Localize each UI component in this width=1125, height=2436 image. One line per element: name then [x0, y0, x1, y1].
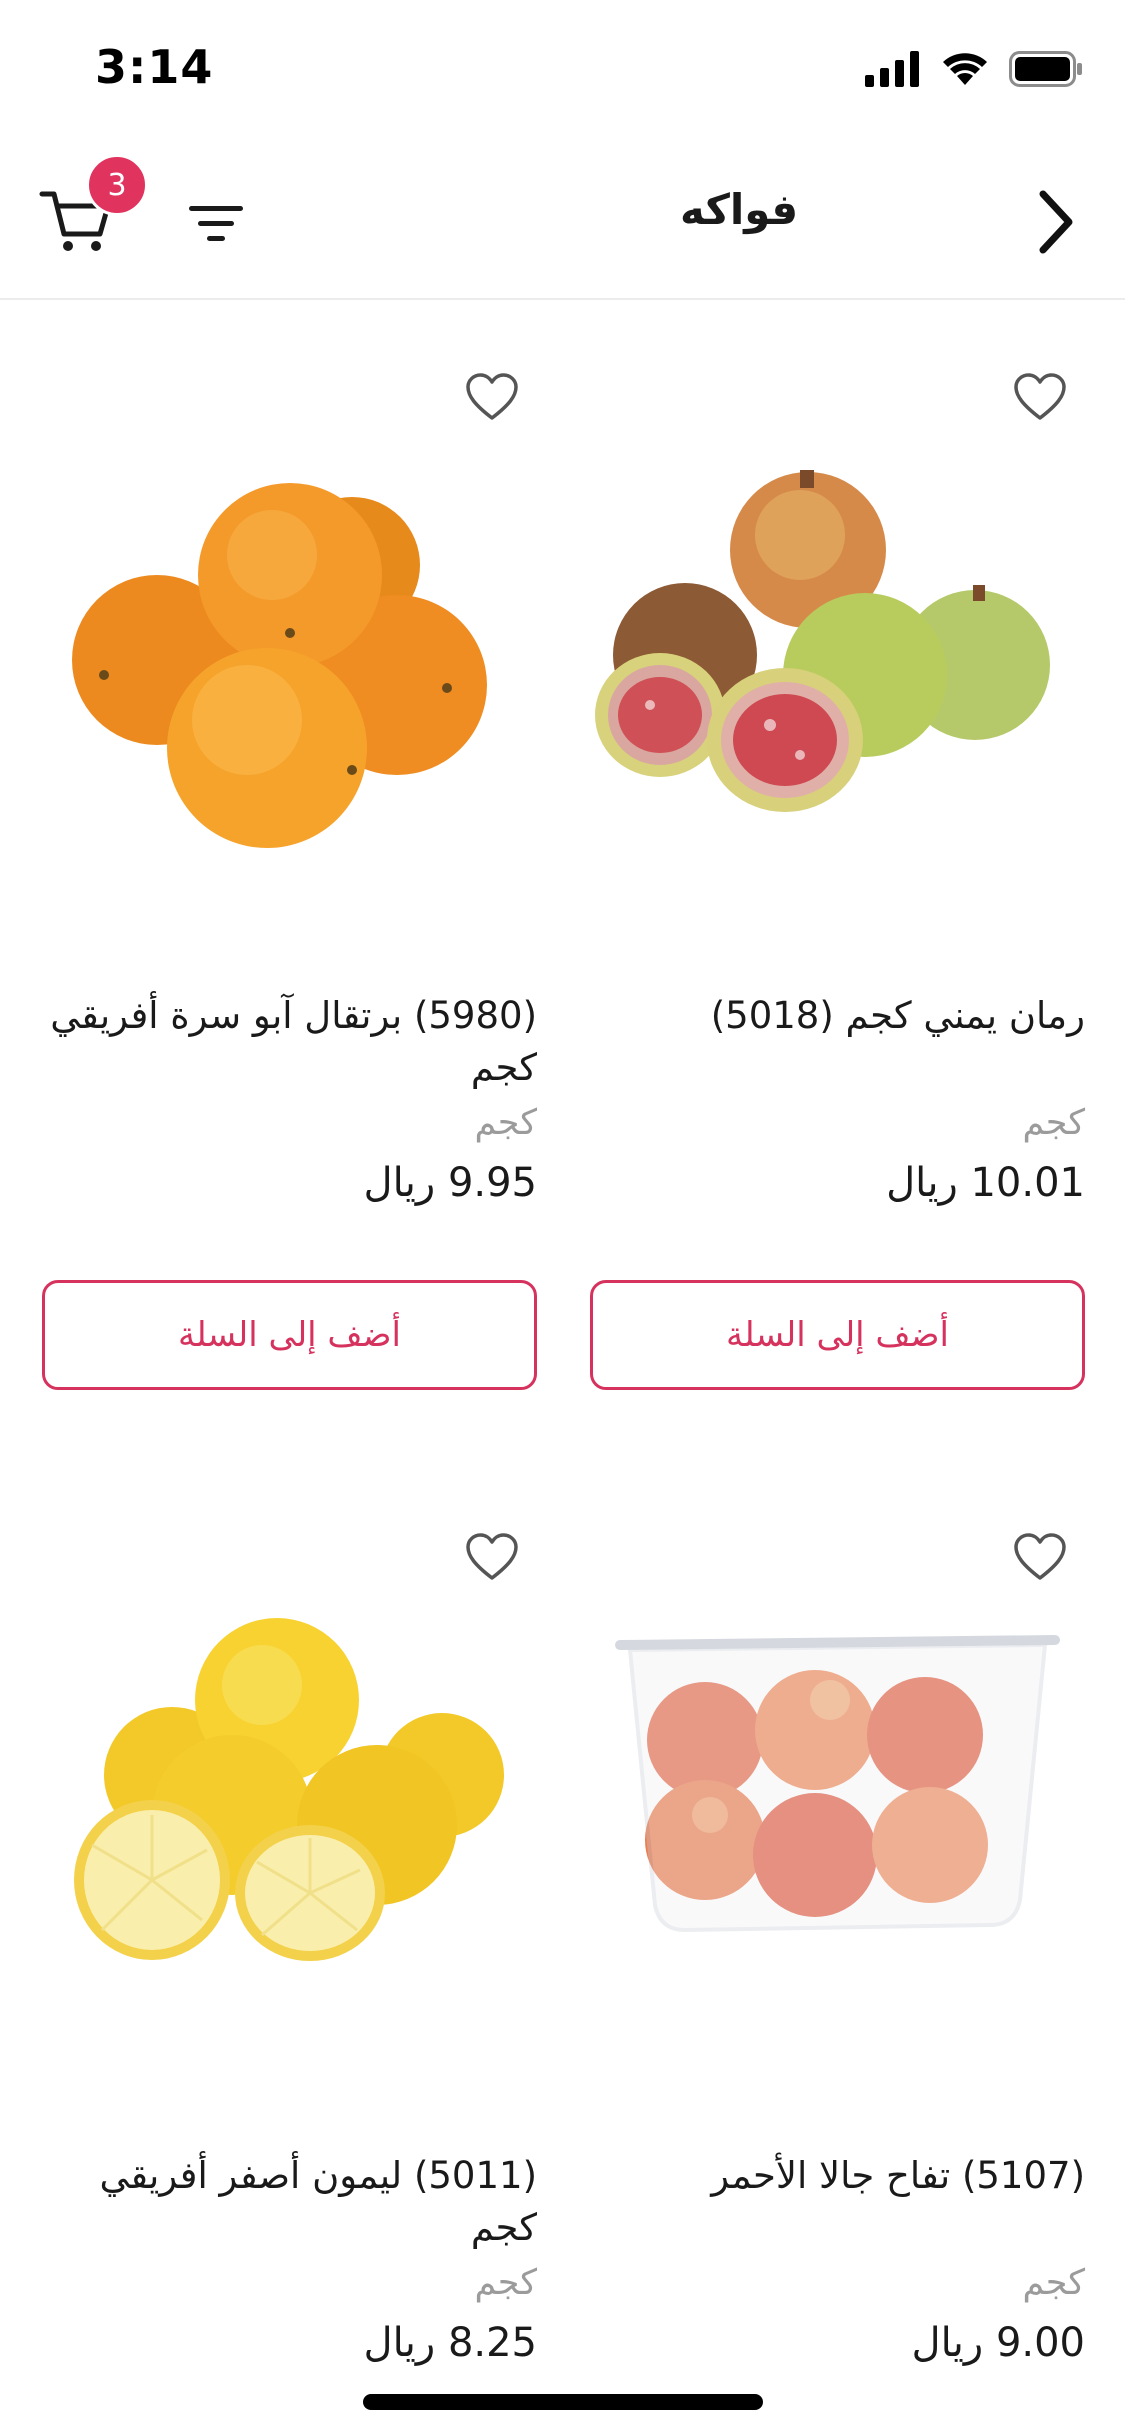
wifi-icon — [943, 53, 987, 85]
red-apples-box-photo — [615, 1635, 1060, 1933]
product-price: 10.01 ريال — [886, 1160, 1085, 1206]
product-unit: كجم — [474, 2263, 537, 2303]
product-name: رمان يمني كجم (5018) — [710, 994, 1085, 1037]
product-unit: كجم — [474, 1103, 537, 1143]
favorite-button[interactable] — [465, 372, 519, 422]
back-button[interactable] — [1025, 182, 1085, 262]
chevron-right-icon — [1039, 190, 1073, 254]
favorite-button[interactable] — [1013, 1532, 1067, 1582]
page-title-text: فواكه — [680, 185, 799, 234]
product-unit: كجم — [1022, 1103, 1085, 1143]
product-price: 9.95 ريال — [363, 1160, 537, 1206]
status-icons — [865, 48, 1083, 90]
heart-icon — [466, 1533, 518, 1580]
product-price: 9.00 ريال — [911, 2320, 1085, 2366]
product-name: (5011) ليمون أصفر أفريقي كجم — [99, 2154, 537, 2249]
cart-count-badge: 3 — [86, 154, 148, 216]
add-to-cart-button[interactable]: أضف إلى السلة — [42, 1280, 537, 1390]
status-time: 3:14 — [95, 40, 214, 94]
product-name: (5107) تفاح جالا الأحمر — [711, 2154, 1085, 2197]
top-navigation-bar: 3 فواكه — [0, 140, 1125, 300]
home-indicator[interactable] — [363, 2394, 763, 2410]
oranges-photo — [72, 483, 487, 848]
signal-icon — [865, 51, 919, 87]
heart-icon — [1014, 373, 1066, 420]
product-name: (5980) برتقال آبو سرة أفريقي كجم — [50, 994, 537, 1089]
filter-icon — [189, 206, 243, 241]
yellow-lemons-photo — [74, 1618, 504, 1961]
page-title: فواكه — [680, 185, 1020, 234]
battery-icon — [1009, 51, 1082, 87]
pomegranates-photo — [595, 470, 1050, 812]
product-unit: كجم — [1022, 2263, 1085, 2303]
add-to-cart-button[interactable]: أضف إلى السلة — [590, 1280, 1085, 1390]
favorite-button[interactable] — [1013, 372, 1067, 422]
filter-button[interactable] — [186, 194, 246, 254]
heart-icon — [1014, 1533, 1066, 1580]
status-bar: 3:14 — [0, 0, 1125, 140]
product-price: 8.25 ريال — [363, 2320, 537, 2366]
favorite-button[interactable] — [465, 1532, 519, 1582]
heart-icon — [466, 373, 518, 420]
